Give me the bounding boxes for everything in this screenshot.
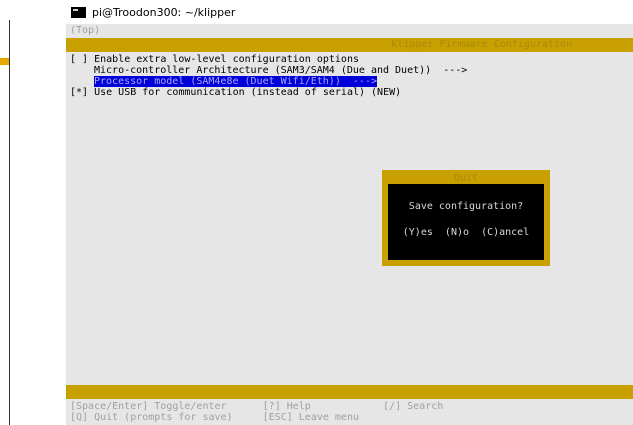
menu-item-mcu-architecture[interactable]: Micro-controller Architecture (SAM3/SAM4…: [94, 65, 467, 76]
breadcrumb: (Top): [70, 25, 101, 36]
save-configuration-prompt: Save configuration?: [408, 201, 524, 212]
menu-title-bar: Klipper Firmware Configuration: [66, 38, 633, 52]
footer-help-line-2: [Q] Quit (prompts for save) [ESC] Leave …: [70, 412, 359, 423]
menu-item-label: Enable extra low-level configuration opt…: [94, 54, 359, 65]
window-titlebar[interactable]: pi@Troodon300: ~/klipper: [66, 0, 633, 24]
quit-dialog-title: Quit: [453, 173, 479, 184]
background-window-highlight: [0, 58, 9, 65]
menu-item-label: Micro-controller Architecture (SAM3/SAM4…: [94, 65, 468, 76]
menu-item-processor-model[interactable]: Processor model (SAM4e8e (Duet Wifi/Eth)…: [94, 76, 377, 87]
menu-item-label: Use USB for communication (instead of se…: [94, 87, 402, 98]
terminal-screen[interactable]: (Top) Klipper Firmware Configuration [ ]…: [66, 24, 633, 425]
background-window[interactable]: [0, 0, 10, 425]
window-title: pi@Troodon300: ~/klipper: [92, 5, 236, 19]
menu-item-use-usb[interactable]: [*] Use USB for communication (instead o…: [70, 87, 401, 98]
quit-dialog: Quit Save configuration? (Y)es (N)o (C)a…: [382, 170, 550, 266]
menu-item-label: Processor model (SAM4e8e (Duet Wifi/Eth)…: [94, 76, 377, 87]
quit-dialog-body: Save configuration? (Y)es (N)o (C)ancel: [388, 184, 544, 260]
cancel-button[interactable]: (C)ancel: [481, 227, 529, 238]
checkbox-unchecked[interactable]: [ ]: [70, 54, 88, 65]
background-window-border: [9, 20, 10, 425]
desktop: pi@Troodon300: ~/klipper (Top) Klipper F…: [0, 0, 633, 425]
status-bar: [66, 385, 633, 399]
menu-title: Klipper Firmware Configuration: [391, 39, 572, 50]
dialog-options: (Y)es (N)o (C)ancel: [388, 227, 544, 238]
no-button[interactable]: (N)o: [445, 227, 469, 238]
menu-item-extra-low-level[interactable]: [ ] Enable extra low-level configuration…: [70, 54, 359, 65]
footer-help-line-1: [Space/Enter] Toggle/enter [?] Help [/] …: [70, 401, 444, 412]
yes-button[interactable]: (Y)es: [403, 227, 433, 238]
terminal-icon: [71, 6, 86, 18]
checkbox-checked[interactable]: [*]: [70, 87, 88, 98]
